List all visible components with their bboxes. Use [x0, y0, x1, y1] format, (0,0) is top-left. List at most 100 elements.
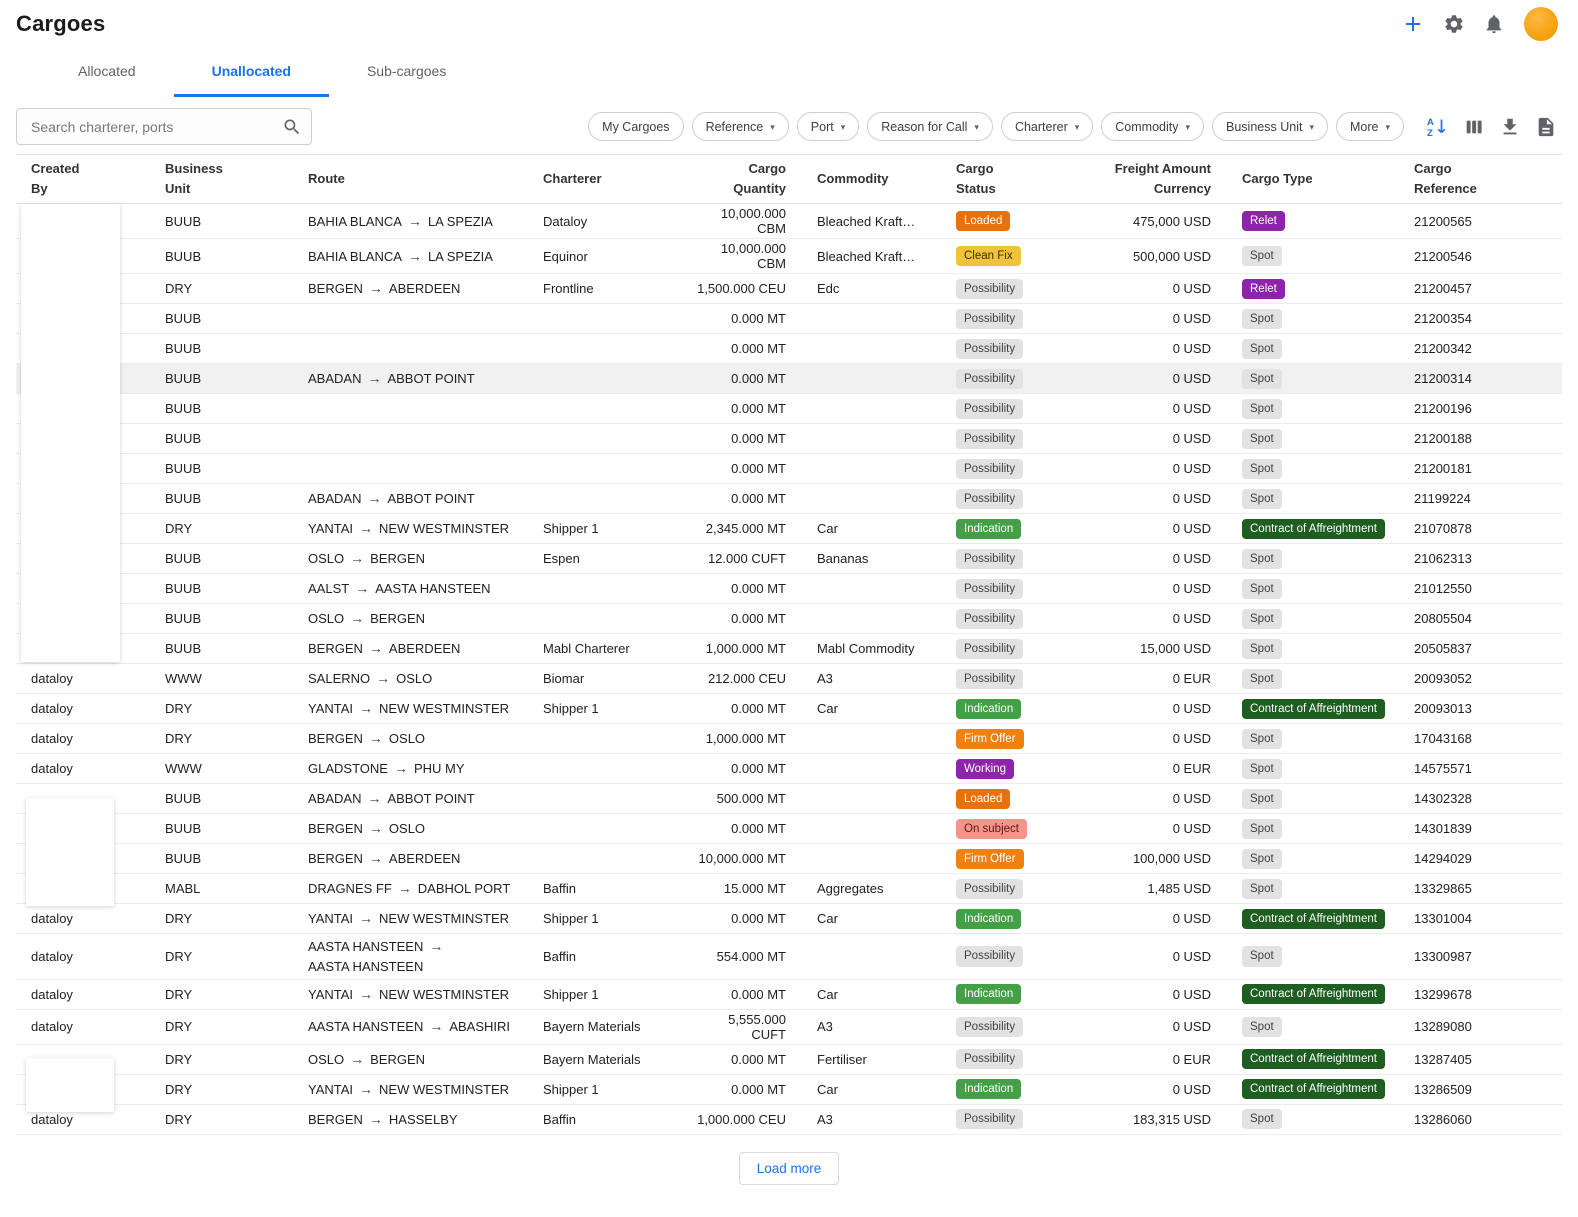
table-row[interactable]: dataloyDRYYANTAI→NEW WESTMINSTERShipper …: [16, 694, 1562, 724]
business-unit-cell: BUUB: [150, 364, 293, 393]
table-row[interactable]: dataloyWWWSALERNO→OSLOBiomar212.000 CEUA…: [16, 664, 1562, 694]
route-cell: BERGEN→ABERDEEN: [293, 274, 528, 303]
table-row[interactable]: dataloyDRYYANTAI→NEW WESTMINSTERShipper …: [16, 904, 1562, 934]
cargo-quantity-cell: 0.000 MT: [680, 904, 802, 933]
table-row[interactable]: BUUBABADAN→ABBOT POINT0.000 MTPossibilit…: [16, 364, 1562, 394]
business-unit-cell: DRY: [150, 274, 293, 303]
table-row[interactable]: dataloyDRYBERGEN→HASSELBYBaffin1,000.000…: [16, 1105, 1562, 1135]
column-header-created-by: Created By: [16, 155, 150, 203]
cargo-status-cell: Firm Offer: [941, 724, 1076, 753]
search-input[interactable]: [16, 108, 312, 145]
table-row[interactable]: dataloyDRYAASTA HANSTEEN→AASTA HANSTEENB…: [16, 934, 1562, 980]
table-row[interactable]: DRYBERGEN→ABERDEENFrontline1,500.000 CEU…: [16, 274, 1562, 304]
table-row[interactable]: DRYOSLO→BERGENBayern Materials0.000 MTFe…: [16, 1045, 1562, 1075]
route-to: NEW WESTMINSTER: [379, 519, 509, 539]
table-row[interactable]: BUUB0.000 MTPossibility0 USDSpot21200342: [16, 334, 1562, 364]
filter-chip-more[interactable]: More▾: [1336, 112, 1404, 141]
table-row[interactable]: BUUBBAHIA BLANCA→LA SPEZIADataloy10,000.…: [16, 204, 1562, 239]
created-by-cell: dataloy: [16, 980, 150, 1009]
table-row[interactable]: BUUBBERGEN→ABERDEENMabl Charterer1,000.0…: [16, 634, 1562, 664]
cargo-type-badge: Spot: [1242, 669, 1282, 689]
filter-chip-reference[interactable]: Reference▾: [692, 112, 789, 141]
svg-text:Z: Z: [1427, 128, 1433, 139]
route-to: AASTA HANSTEEN: [308, 957, 423, 977]
cargo-type-cell: Spot: [1227, 784, 1399, 813]
avatar[interactable]: [1524, 7, 1558, 41]
commodity-cell: [802, 394, 941, 423]
status-badge: Possibility: [956, 879, 1023, 899]
table-row[interactable]: DRYYANTAI→NEW WESTMINSTERShipper 12,345.…: [16, 514, 1562, 544]
table-row[interactable]: DRYYANTAI→NEW WESTMINSTERShipper 10.000 …: [16, 1075, 1562, 1105]
export-button[interactable]: [1530, 111, 1562, 143]
filter-chip-port[interactable]: Port▾: [797, 112, 859, 141]
cargo-reference-cell: 21200188: [1399, 424, 1562, 453]
table-row[interactable]: BUUB0.000 MTPossibility0 USDSpot21200196: [16, 394, 1562, 424]
columns-button[interactable]: [1458, 111, 1490, 143]
table-row[interactable]: BUUBBERGEN→ABERDEEN10,000.000 MTFirm Off…: [16, 844, 1562, 874]
table-row[interactable]: BUUBAALST→AASTA HANSTEEN0.000 MTPossibil…: [16, 574, 1562, 604]
tab-sub-cargoes[interactable]: Sub-cargoes: [329, 48, 484, 97]
cargo-type-badge: Contract of Affreightment: [1242, 909, 1385, 929]
table-row[interactable]: BUUB0.000 MTPossibility0 USDSpot21200188: [16, 424, 1562, 454]
table-row[interactable]: MABLDRAGNES FF→DABHOL PORTBaffin15.000 M…: [16, 874, 1562, 904]
arrow-right-icon: →: [394, 758, 408, 779]
filter-chip-reason-for-call[interactable]: Reason for Call▾: [867, 112, 993, 141]
cargo-status-cell: Indication: [941, 694, 1076, 723]
filter-chip-commodity[interactable]: Commodity▾: [1101, 112, 1204, 141]
table-row[interactable]: BUUB0.000 MTPossibility0 USDSpot21200181: [16, 454, 1562, 484]
notifications-button[interactable]: [1478, 8, 1510, 40]
route-to: BERGEN: [370, 609, 425, 629]
cargo-reference-cell: 14575571: [1399, 754, 1562, 783]
table-row[interactable]: BUUBABADAN→ABBOT POINT500.000 MTLoaded0 …: [16, 784, 1562, 814]
filter-chip-charterer[interactable]: Charterer▾: [1001, 112, 1093, 141]
arrow-right-icon: →: [367, 788, 381, 809]
table-row[interactable]: dataloyDRYYANTAI→NEW WESTMINSTERShipper …: [16, 980, 1562, 1010]
business-unit-cell: DRY: [150, 1075, 293, 1104]
cargo-type-badge: Spot: [1242, 879, 1282, 899]
tab-allocated[interactable]: Allocated: [40, 48, 174, 97]
table-row[interactable]: dataloyDRYBERGEN→OSLO1,000.000 MTFirm Of…: [16, 724, 1562, 754]
cargo-type-cell: Spot: [1227, 364, 1399, 393]
load-more-button[interactable]: Load more: [739, 1152, 840, 1185]
download-button[interactable]: [1494, 111, 1526, 143]
arrow-right-icon: →: [350, 1049, 364, 1070]
cargo-type-cell: Spot: [1227, 754, 1399, 783]
filter-chip-my-cargoes[interactable]: My Cargoes: [588, 112, 683, 141]
charterer-cell: [528, 754, 680, 783]
cargo-quantity-cell: 15.000 MT: [680, 874, 802, 903]
chevron-down-icon: ▾: [1385, 122, 1390, 133]
freight-amount-cell: 183,315 USD: [1076, 1105, 1227, 1134]
filter-chip-business-unit[interactable]: Business Unit▾: [1212, 112, 1328, 141]
table-row[interactable]: BUUBOSLO→BERGENEspen12.000 CUFTBananasPo…: [16, 544, 1562, 574]
arrow-right-icon: →: [359, 1079, 373, 1100]
tab-unallocated[interactable]: Unallocated: [174, 48, 329, 97]
route-to: BERGEN: [370, 549, 425, 569]
business-unit-cell: DRY: [150, 980, 293, 1009]
status-badge: Possibility: [956, 1017, 1023, 1037]
charterer-cell: Shipper 1: [528, 980, 680, 1009]
commodity-cell: Car: [802, 1075, 941, 1104]
charterer-cell: Baffin: [528, 934, 680, 979]
route-from: YANTAI: [308, 1080, 353, 1100]
table-row[interactable]: BUUBABADAN→ABBOT POINT0.000 MTPossibilit…: [16, 484, 1562, 514]
route-from: ABADAN: [308, 489, 361, 509]
filter-chip-label: Charterer: [1015, 120, 1068, 134]
sort-az-button[interactable]: A Z: [1420, 110, 1454, 144]
table-row[interactable]: dataloyDRYAASTA HANSTEEN→ABASHIRIBayern …: [16, 1010, 1562, 1045]
table-row[interactable]: BUUBBAHIA BLANCA→LA SPEZIAEquinor10,000.…: [16, 239, 1562, 274]
settings-button[interactable]: [1438, 8, 1470, 40]
commodity-cell: A3: [802, 664, 941, 693]
route-cell: BERGEN→ABERDEEN: [293, 844, 528, 873]
commodity-cell: Edc: [802, 274, 941, 303]
table-row[interactable]: BUUB0.000 MTPossibility0 USDSpot21200354: [16, 304, 1562, 334]
add-button[interactable]: [1396, 7, 1430, 41]
table-row[interactable]: BUUBOSLO→BERGEN0.000 MTPossibility0 USDS…: [16, 604, 1562, 634]
cargo-quantity-cell: 0.000 MT: [680, 394, 802, 423]
freight-amount-cell: 0 USD: [1076, 544, 1227, 573]
charterer-cell: [528, 394, 680, 423]
route-to: BERGEN: [370, 1050, 425, 1070]
cargo-reference-cell: 21200565: [1399, 204, 1562, 238]
table-row[interactable]: BUUBBERGEN→OSLO0.000 MTOn subject0 USDSp…: [16, 814, 1562, 844]
table-row[interactable]: dataloyWWWGLADSTONE→PHU MY0.000 MTWorkin…: [16, 754, 1562, 784]
cargo-type-badge: Spot: [1242, 609, 1282, 629]
